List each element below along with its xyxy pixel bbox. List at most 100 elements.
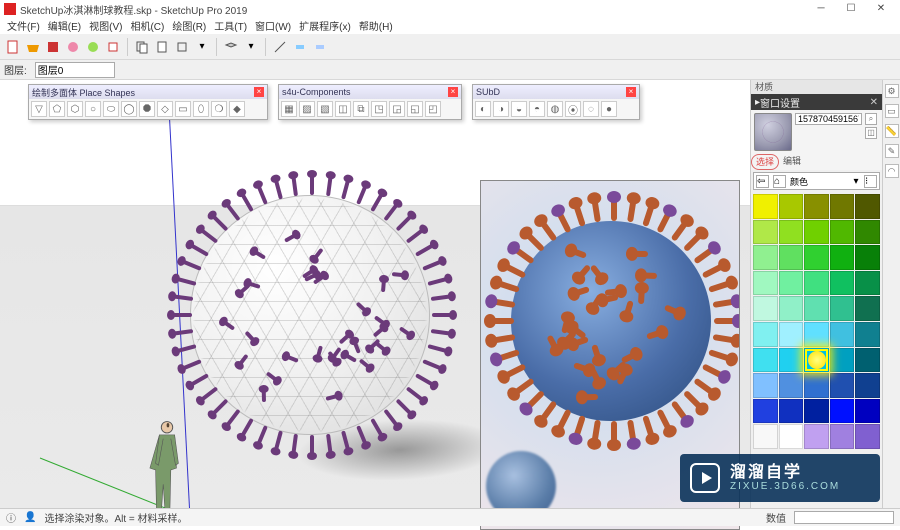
material-thumbnail[interactable] xyxy=(754,113,792,151)
back-icon[interactable]: ⇦ xyxy=(756,175,769,188)
swatch-1-2[interactable] xyxy=(804,220,829,245)
maximize-button[interactable]: ☐ xyxy=(836,0,866,18)
tool-dropdown2[interactable]: ▾ xyxy=(242,38,260,56)
menu-tools[interactable]: 工具(T) xyxy=(211,18,250,34)
s4u-tool-3-icon[interactable]: ▧ xyxy=(317,101,333,117)
menu-view[interactable]: 视图(V) xyxy=(86,18,125,34)
swatch-5-3[interactable] xyxy=(830,322,855,347)
material-name-input[interactable] xyxy=(795,113,862,125)
menu-edit[interactable]: 编辑(E) xyxy=(45,18,84,34)
swatch-5-2[interactable] xyxy=(804,322,829,347)
tool-style[interactable] xyxy=(64,38,82,56)
swatch-9-4[interactable] xyxy=(855,424,880,449)
s4u-tool-4-icon[interactable]: ◫ xyxy=(335,101,351,117)
swatch-7-0[interactable] xyxy=(753,373,778,398)
tray-close-icon[interactable]: ✕ xyxy=(870,97,878,108)
shape-pentagon-icon[interactable]: ⬠ xyxy=(49,101,65,117)
shape-prism-icon[interactable]: ▭ xyxy=(175,101,191,117)
material-new-icon[interactable]: ◫ xyxy=(865,127,877,139)
tool-layers[interactable] xyxy=(222,38,240,56)
details-icon[interactable]: ⁝ xyxy=(864,175,877,188)
status-info-icon[interactable]: ⓘ xyxy=(6,510,16,525)
tray-tab-materials[interactable]: 材质 xyxy=(751,80,777,94)
edge-tool-pencil-icon[interactable]: ✎ xyxy=(885,144,899,158)
swatch-7-1[interactable] xyxy=(779,373,804,398)
swatch-2-0[interactable] xyxy=(753,245,778,270)
subtab-edit[interactable]: 编辑 xyxy=(779,154,805,170)
edge-tool-settings-icon[interactable]: ⚙ xyxy=(885,84,899,98)
subd-tool-2-icon[interactable]: ◑ xyxy=(493,101,509,117)
swatch-8-0[interactable] xyxy=(753,399,778,424)
swatch-2-4[interactable] xyxy=(855,245,880,270)
shape-hexagon-icon[interactable]: ⬡ xyxy=(67,101,83,117)
measurement-input[interactable] xyxy=(794,511,894,524)
subd-tool-3-icon[interactable]: ◒ xyxy=(511,101,527,117)
toolbar-shapes-close[interactable]: × xyxy=(254,87,264,97)
viewport[interactable]: 绘制多面体 Place Shapes× ▽ ⬠ ⬡ ○ ⬭ ◯ ⯃ ◇ ▭ ⬯ … xyxy=(0,80,750,526)
virus-model[interactable] xyxy=(190,195,430,435)
s4u-tool-2-icon[interactable]: ▨ xyxy=(299,101,315,117)
swatch-0-3[interactable] xyxy=(830,194,855,219)
s4u-tool-5-icon[interactable]: ⧉ xyxy=(353,101,369,117)
toolbar-place-shapes[interactable]: 绘制多面体 Place Shapes× ▽ ⬠ ⬡ ○ ⬭ ◯ ⯃ ◇ ▭ ⬯ … xyxy=(28,84,268,120)
shape-cone-icon[interactable]: ▽ xyxy=(31,101,47,117)
tool-dropdown[interactable]: ▾ xyxy=(193,38,211,56)
swatch-8-2[interactable] xyxy=(804,399,829,424)
swatch-6-4[interactable] xyxy=(855,348,880,373)
tool-toggle2[interactable] xyxy=(311,38,329,56)
swatch-4-3[interactable] xyxy=(830,296,855,321)
home-icon[interactable]: ⌂ xyxy=(773,175,786,188)
swatch-0-4[interactable] xyxy=(855,194,880,219)
dropdown-arrow-icon[interactable]: ▾ xyxy=(850,176,862,187)
status-user-icon[interactable]: 👤 xyxy=(24,512,36,523)
toolbar-subd-close[interactable]: × xyxy=(626,87,636,97)
shape-circle-icon[interactable]: ○ xyxy=(85,101,101,117)
menu-draw[interactable]: 绘图(R) xyxy=(169,18,209,34)
swatch-4-1[interactable] xyxy=(779,296,804,321)
edge-tool-select-icon[interactable]: ▭ xyxy=(885,104,899,118)
swatch-5-0[interactable] xyxy=(753,322,778,347)
swatch-4-4[interactable] xyxy=(855,296,880,321)
s4u-tool-8-icon[interactable]: ◱ xyxy=(407,101,423,117)
shape-teardrop-icon[interactable]: ❍ xyxy=(211,101,227,117)
material-picker-icon[interactable]: ⌕ xyxy=(865,113,877,125)
swatch-3-2[interactable] xyxy=(804,271,829,296)
swatch-9-3[interactable] xyxy=(830,424,855,449)
swatch-3-1[interactable] xyxy=(779,271,804,296)
tool-copy[interactable] xyxy=(133,38,151,56)
tool-new[interactable] xyxy=(4,38,22,56)
swatch-1-3[interactable] xyxy=(830,220,855,245)
menu-file[interactable]: 文件(F) xyxy=(4,18,43,34)
swatch-0-2[interactable] xyxy=(804,194,829,219)
swatch-8-3[interactable] xyxy=(830,399,855,424)
swatch-3-3[interactable] xyxy=(830,271,855,296)
swatch-6-2[interactable] xyxy=(804,348,829,373)
close-button[interactable]: ✕ xyxy=(866,0,896,18)
swatch-7-4[interactable] xyxy=(855,373,880,398)
subd-tool-7-icon[interactable]: ◌ xyxy=(583,101,599,117)
swatch-4-0[interactable] xyxy=(753,296,778,321)
tool-paste[interactable] xyxy=(153,38,171,56)
tool-line[interactable] xyxy=(271,38,289,56)
tool-style2[interactable] xyxy=(84,38,102,56)
swatch-6-0[interactable] xyxy=(753,348,778,373)
swatch-2-3[interactable] xyxy=(830,245,855,270)
swatch-9-0[interactable] xyxy=(753,424,778,449)
toolbar-s4u-close[interactable]: × xyxy=(448,87,458,97)
subd-tool-4-icon[interactable]: ◓ xyxy=(529,101,545,117)
shape-cylinder-icon[interactable]: ⬯ xyxy=(193,101,209,117)
swatch-3-4[interactable] xyxy=(855,271,880,296)
swatch-1-4[interactable] xyxy=(855,220,880,245)
subd-tool-5-icon[interactable]: ◍ xyxy=(547,101,563,117)
subd-tool-6-icon[interactable]: ⦿ xyxy=(565,101,581,117)
s4u-tool-1-icon[interactable]: ▦ xyxy=(281,101,297,117)
toolbar-subd[interactable]: SUbD× ◐ ◑ ◒ ◓ ◍ ⦿ ◌ ● xyxy=(472,84,640,120)
tool-box[interactable] xyxy=(173,38,191,56)
swatch-3-0[interactable] xyxy=(753,271,778,296)
shape-geo-icon[interactable]: ◇ xyxy=(157,101,173,117)
swatch-9-1[interactable] xyxy=(779,424,804,449)
menu-camera[interactable]: 相机(C) xyxy=(127,18,167,34)
tool-save[interactable] xyxy=(44,38,62,56)
tool-cube[interactable] xyxy=(104,38,122,56)
swatch-7-3[interactable] xyxy=(830,373,855,398)
